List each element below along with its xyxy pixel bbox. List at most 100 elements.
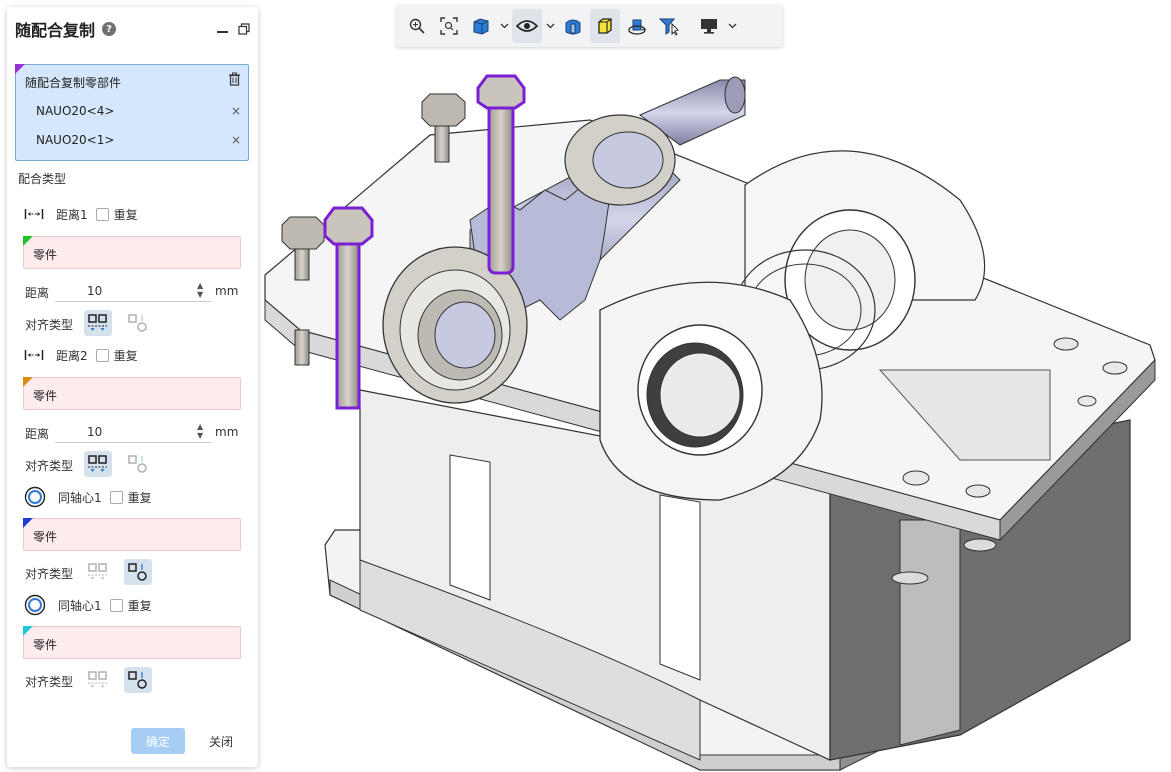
- remove-item-icon[interactable]: ×: [231, 133, 241, 147]
- distance-field-row: 距离 10 ▲ ▼ mm: [25, 421, 241, 443]
- align-same-button[interactable]: [84, 559, 112, 585]
- repeat-label: 重复: [113, 348, 138, 363]
- visibility-eye-icon[interactable]: [512, 9, 542, 43]
- distance-field-row: 距离 10 ▲ ▼ mm: [25, 280, 241, 302]
- unit-label: mm: [215, 284, 239, 298]
- section-view-icon[interactable]: [558, 9, 588, 43]
- view-toolbar: [396, 5, 783, 47]
- align-type-label: 对齐类型: [25, 675, 74, 689]
- part-selection-box[interactable]: 零件: [23, 377, 241, 410]
- selection-box-title: 随配合复制零部件: [25, 76, 122, 90]
- panel-header: 随配合复制 ?: [15, 17, 250, 41]
- part-color-corner: [23, 626, 33, 636]
- repeat-label: 重复: [127, 598, 152, 613]
- trash-icon[interactable]: [228, 72, 241, 86]
- repeat-checkbox[interactable]: [95, 207, 109, 221]
- mate-name: 同轴心1: [58, 598, 102, 613]
- part-label: 零件: [33, 638, 58, 652]
- part-color-corner: [23, 236, 33, 246]
- distance-input[interactable]: [55, 421, 211, 443]
- distance-input[interactable]: [55, 280, 211, 302]
- align-opposite-button[interactable]: [124, 559, 152, 585]
- align-type-row: 对齐类型: [25, 310, 241, 336]
- close-button[interactable]: 关闭: [201, 728, 241, 754]
- mate-name: 距离2: [56, 348, 88, 363]
- mate-name: 同轴心1: [58, 490, 102, 505]
- repeat-label: 重复: [127, 490, 152, 505]
- part-color-corner: [23, 377, 33, 387]
- align-type-row: 对齐类型: [25, 667, 241, 693]
- component-selection-box[interactable]: 随配合复制零部件 NAUO20<4> × NAUO20<1> ×: [15, 64, 249, 161]
- align-type-label: 对齐类型: [25, 318, 74, 332]
- align-same-icon: [88, 314, 107, 331]
- ok-button[interactable]: 确定: [131, 728, 185, 754]
- repeat-checkbox[interactable]: [109, 598, 123, 612]
- align-opposite-icon: [128, 314, 147, 332]
- part-label: 零件: [33, 530, 58, 544]
- part-selection-box[interactable]: 零件: [23, 626, 241, 659]
- align-opposite-icon: [128, 455, 147, 473]
- display-monitor-icon[interactable]: [694, 9, 724, 43]
- align-opposite-button[interactable]: [124, 667, 152, 693]
- mate-row-concentric-1: 同轴心1 重复: [24, 486, 244, 508]
- component-name: NAUO20<1>: [36, 133, 115, 147]
- mate-row-distance-2: 距离2 重复: [24, 345, 244, 365]
- align-opposite-button[interactable]: [124, 310, 152, 336]
- distance-icon: [24, 209, 44, 219]
- align-type-row: 对齐类型: [25, 559, 241, 585]
- align-type-row: 对齐类型: [25, 451, 241, 477]
- help-icon[interactable]: ?: [102, 22, 117, 36]
- panel-title: 随配合复制: [15, 21, 96, 40]
- chevron-down-icon[interactable]: [544, 9, 556, 43]
- filter-select-icon[interactable]: [654, 9, 684, 43]
- bearing-cover-front[interactable]: [599, 281, 823, 501]
- zoom-icon[interactable]: [402, 9, 432, 43]
- concentric-icon: [24, 486, 46, 508]
- part-selection-box[interactable]: 零件: [23, 518, 241, 551]
- align-type-label: 对齐类型: [25, 567, 74, 581]
- remove-item-icon[interactable]: ×: [231, 104, 241, 118]
- stepper-icon[interactable]: ▲ ▼: [197, 422, 207, 440]
- part-label: 零件: [33, 248, 58, 262]
- list-item[interactable]: NAUO20<4> ×: [36, 104, 241, 118]
- mate-copy-panel: 随配合复制 ? 随配合复制零部件 NAUO20<4> × NAUO20<1> ×…: [7, 7, 258, 767]
- align-opposite-icon: [128, 671, 147, 689]
- distance-value[interactable]: 10: [87, 425, 102, 439]
- restore-window-icon[interactable]: [238, 23, 250, 35]
- repeat-checkbox[interactable]: [109, 490, 123, 504]
- distance-label: 距离: [25, 286, 50, 300]
- chevron-down-icon[interactable]: [726, 9, 738, 43]
- selection-color-corner: [15, 64, 25, 74]
- bearing-top[interactable]: [564, 114, 676, 206]
- align-same-icon: [88, 671, 107, 688]
- mate-name: 距离1: [56, 207, 88, 222]
- distance-icon: [24, 350, 44, 360]
- align-same-button[interactable]: [84, 667, 112, 693]
- view-cube-icon[interactable]: [466, 9, 496, 43]
- minimize-icon[interactable]: [217, 31, 228, 33]
- component-name: NAUO20<4>: [36, 104, 115, 118]
- repeat-checkbox[interactable]: [95, 348, 109, 362]
- align-same-icon: [88, 455, 107, 472]
- shaded-cube-icon[interactable]: [590, 9, 620, 43]
- part-color-corner: [23, 518, 33, 528]
- mate-row-concentric-2: 同轴心1 重复: [24, 594, 244, 616]
- cad-app: 随配合复制 ? 随配合复制零部件 NAUO20<4> × NAUO20<1> ×…: [0, 0, 1171, 772]
- chevron-down-icon[interactable]: [498, 9, 510, 43]
- distance-value[interactable]: 10: [87, 284, 102, 298]
- part-selection-box[interactable]: 零件: [23, 236, 241, 269]
- stepper-icon[interactable]: ▲ ▼: [197, 281, 207, 299]
- align-same-button[interactable]: [84, 451, 112, 477]
- rotate-icon[interactable]: [622, 9, 652, 43]
- align-type-label: 对齐类型: [25, 459, 74, 473]
- mate-row-distance-1: 距离1 重复: [24, 204, 244, 224]
- align-same-button[interactable]: [84, 310, 112, 336]
- zoom-fit-icon[interactable]: [434, 9, 464, 43]
- concentric-icon: [24, 594, 46, 616]
- part-label: 零件: [33, 389, 58, 403]
- align-opposite-icon: [128, 563, 147, 581]
- align-opposite-button[interactable]: [124, 451, 152, 477]
- align-same-icon: [88, 563, 107, 580]
- list-item[interactable]: NAUO20<1> ×: [36, 133, 241, 147]
- repeat-label: 重复: [113, 207, 138, 222]
